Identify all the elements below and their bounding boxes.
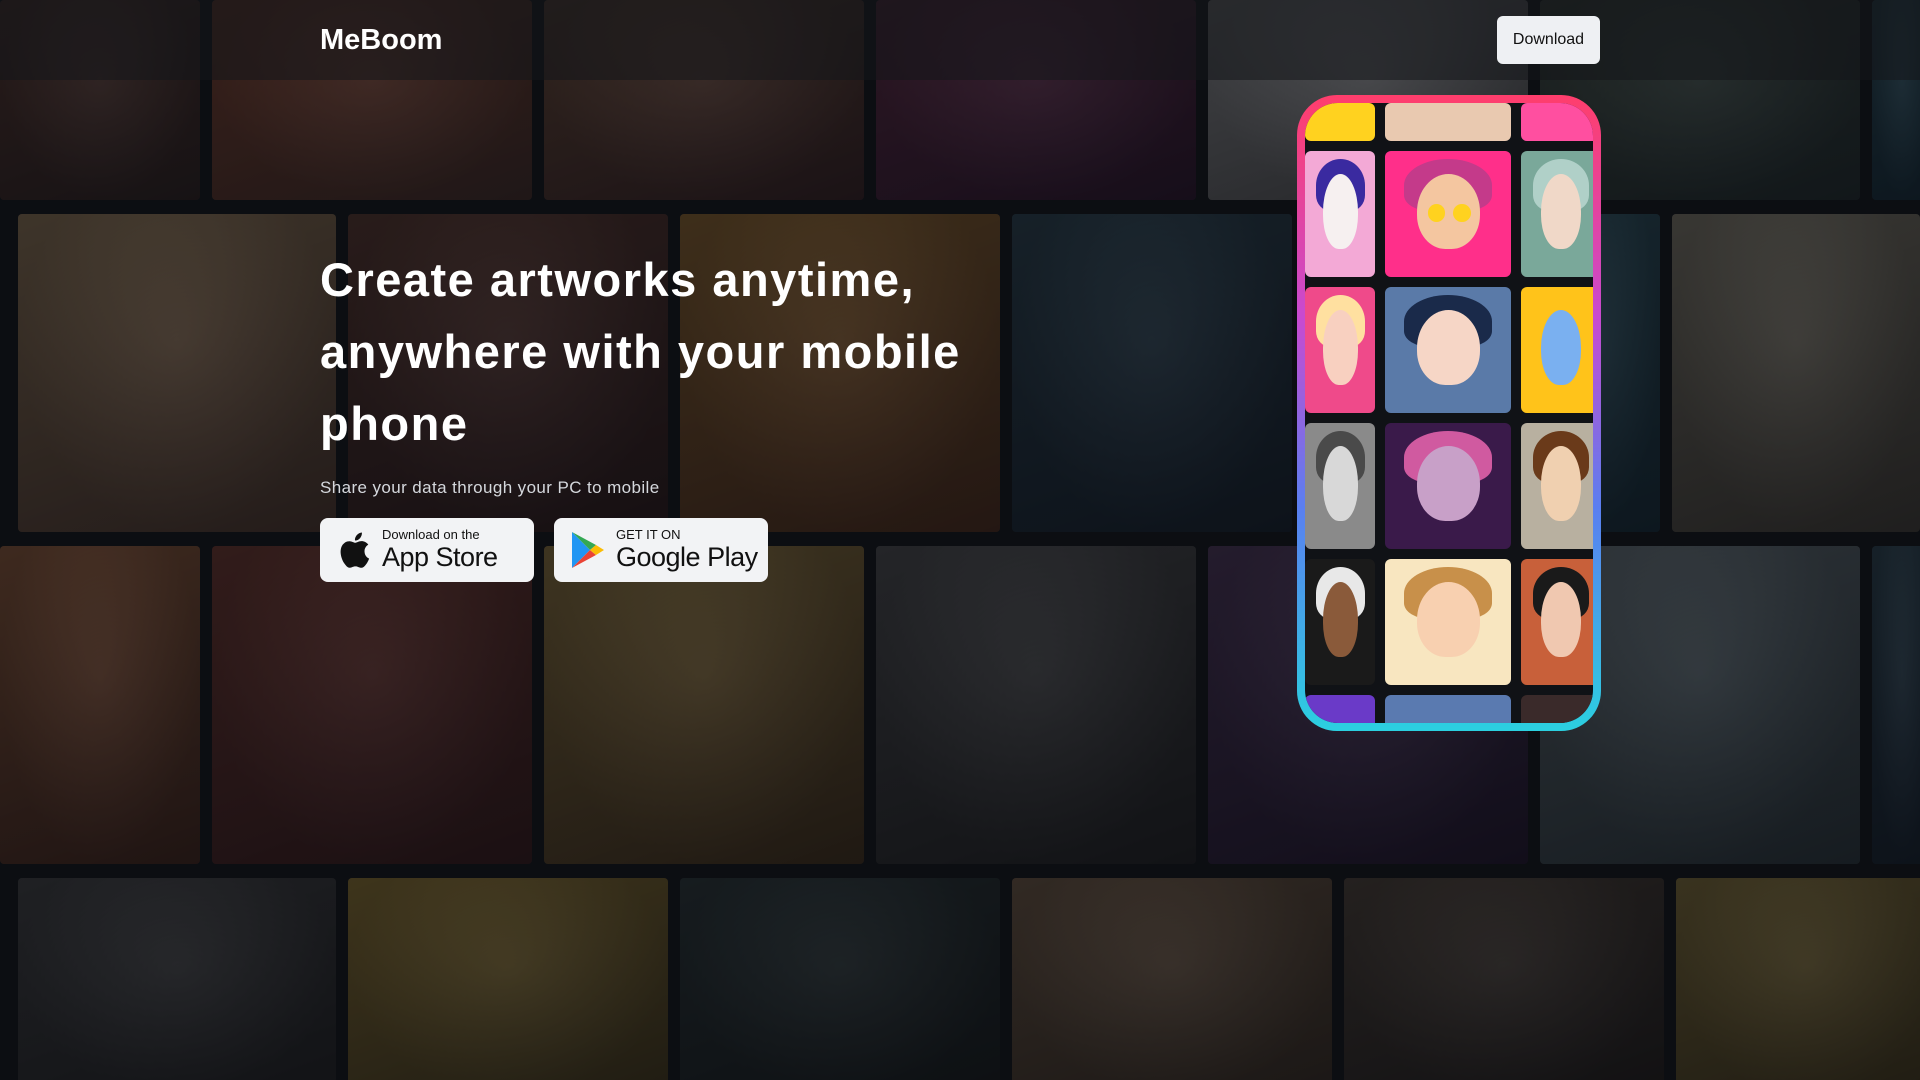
download-button[interactable]: Download [1497, 16, 1600, 64]
artwork-thumbnail [1385, 559, 1511, 685]
artwork-thumbnail [1521, 423, 1593, 549]
artwork-thumbnail [1305, 287, 1375, 413]
background-dim-overlay [0, 0, 1920, 1080]
google-play-small-label: GET IT ON [616, 527, 681, 542]
apple-icon [334, 530, 374, 570]
app-store-large-label: App Store [382, 542, 498, 572]
artwork-thumbnail [1521, 559, 1593, 685]
artwork-thumbnail [1385, 287, 1511, 413]
background-mosaic [0, 0, 1920, 1080]
landing-page: MeBoom Download Create artworks anytime,… [0, 0, 1920, 1080]
phone-mockup [1297, 95, 1601, 731]
artwork-thumbnail [1521, 695, 1593, 723]
artwork-thumbnail [1521, 103, 1593, 141]
artwork-thumbnail [1305, 103, 1375, 141]
artwork-thumbnail [1305, 423, 1375, 549]
artwork-thumbnail [1305, 559, 1375, 685]
hero-title: Create artworks anytime, anywhere with y… [320, 253, 961, 450]
artwork-thumbnail [1385, 423, 1511, 549]
top-nav-bar: MeBoom Download [0, 0, 1920, 80]
brand-logo[interactable]: MeBoom [320, 20, 442, 60]
artwork-thumbnail [1305, 151, 1375, 277]
hero-subtitle: Share your data through your PC to mobil… [320, 478, 660, 497]
google-play-large-label: Google Play [616, 542, 758, 572]
artwork-thumbnail [1385, 695, 1511, 723]
artwork-thumbnail [1521, 287, 1593, 413]
artwork-thumbnail [1385, 151, 1511, 277]
artwork-thumbnail [1385, 103, 1511, 141]
phone-screen [1305, 103, 1593, 723]
google-play-icon [568, 530, 608, 570]
artwork-thumbnail [1521, 151, 1593, 277]
google-play-badge[interactable]: GET IT ON Google Play [554, 518, 768, 582]
app-store-badge[interactable]: Download on the App Store [320, 518, 534, 582]
app-store-small-label: Download on the [382, 527, 480, 542]
artwork-thumbnail [1305, 695, 1375, 723]
